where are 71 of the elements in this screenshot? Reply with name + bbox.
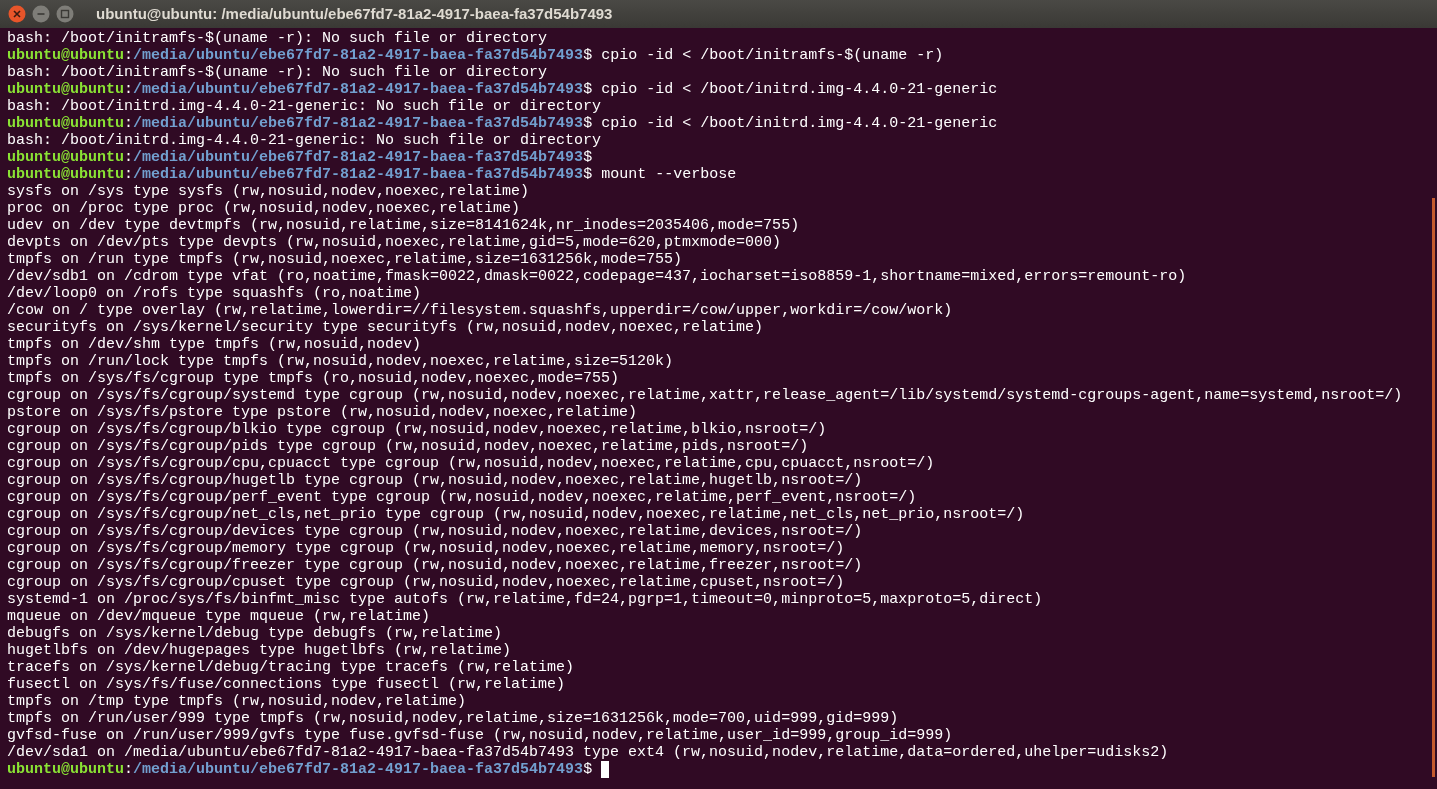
prompt-user: ubuntu@ubuntu: [7, 47, 125, 64]
prompt-sign: $: [583, 149, 593, 166]
command-text: cpio -id < /boot/initramfs-$(uname -r): [600, 47, 944, 64]
output-line: cgroup on /sys/fs/cgroup/devices type cgroup (rw,nosuid,nodev,noexec,relatime,devices,nsroot=/): [7, 523, 864, 540]
prompt-separator: :: [124, 47, 134, 64]
output-line: cgroup on /sys/fs/cgroup/freezer type cgroup (rw,nosuid,nodev,noexec,relatime,freezer,nsroot=/): [7, 557, 864, 574]
prompt-user: ubuntu@ubuntu: [7, 166, 125, 183]
prompt-sign: $: [583, 47, 593, 64]
prompt-separator: :: [124, 166, 134, 183]
output-line: cgroup on /sys/fs/cgroup/hugetlb type cgroup (rw,nosuid,nodev,noexec,relatime,hugetlb,nsroot=/): [7, 472, 864, 489]
window-title: ubuntu@ubuntu: /media/ubuntu/ebe67fd7-81a2-4917-baea-fa37d54b7493: [96, 3, 613, 24]
prompt-separator: :: [124, 149, 134, 166]
scrollbar-thumb[interactable]: [1432, 198, 1435, 777]
output-line: tmpfs on /sys/fs/cgroup type tmpfs (ro,nosuid,nodev,noexec,mode=755): [7, 370, 621, 387]
output-line: tmpfs on /run/lock type tmpfs (rw,nosuid,nodev,noexec,relatime,size=5120k): [7, 353, 675, 370]
prompt-sign: $: [583, 761, 593, 778]
output-line: tmpfs on /tmp type tmpfs (rw,nosuid,nodev,relatime): [7, 693, 468, 710]
output-line: pstore on /sys/fs/pstore type pstore (rw,nosuid,nodev,noexec,relatime): [7, 404, 639, 421]
maximize-icon[interactable]: [56, 5, 74, 23]
output-line: cgroup on /sys/fs/cgroup/systemd type cgroup (rw,nosuid,nodev,noexec,relatime,xattr,release_agent=/lib/systemd/systemd-cgroups-agent,name=systemd,nsroot=/): [7, 387, 1404, 404]
output-line: cgroup on /sys/fs/cgroup/blkio type cgroup (rw,nosuid,nodev,noexec,relatime,blkio,nsroot=/): [7, 421, 828, 438]
prompt-separator: :: [124, 115, 134, 132]
output-line: cgroup on /sys/fs/cgroup/perf_event type cgroup (rw,nosuid,nodev,noexec,relatime,perf_event,nsroot=/): [7, 489, 918, 506]
output-line: tracefs on /sys/kernel/debug/tracing type tracefs (rw,relatime): [7, 659, 576, 676]
prompt-sign: $: [583, 81, 593, 98]
output-line: gvfsd-fuse on /run/user/999/gvfs type fuse.gvfsd-fuse (rw,nosuid,nodev,relatime,user_id=999,group_id=999): [7, 727, 954, 744]
output-line: cgroup on /sys/fs/cgroup/cpuset type cgroup (rw,nosuid,nodev,noexec,relatime,cpuset,nsroot=/): [7, 574, 846, 591]
output-line: cgroup on /sys/fs/cgroup/cpu,cpuacct type cgroup (rw,nosuid,nodev,noexec,relatime,cpu,cpuacct,nsroot=/): [7, 455, 936, 472]
output-line: cgroup on /sys/fs/cgroup/pids type cgroup (rw,nosuid,nodev,noexec,relatime,pids,nsroot=/): [7, 438, 810, 455]
output-line: hugetlbfs on /dev/hugepages type hugetlbfs (rw,relatime): [7, 642, 513, 659]
output-line: bash: /boot/initramfs-$(uname -r): No such file or directory: [7, 30, 549, 47]
prompt-sign: $: [583, 166, 593, 183]
prompt-user: ubuntu@ubuntu: [7, 761, 125, 778]
output-line: devpts on /dev/pts type devpts (rw,nosuid,noexec,relatime,gid=5,mode=620,ptmxmode=000): [7, 234, 783, 251]
prompt-separator: :: [124, 81, 134, 98]
prompt-user: ubuntu@ubuntu: [7, 81, 125, 98]
output-line: tmpfs on /run type tmpfs (rw,nosuid,noexec,relatime,size=1631256k,mode=755): [7, 251, 684, 268]
output-line: fusectl on /sys/fs/fuse/connections type fusectl (rw,relatime): [7, 676, 567, 693]
output-line: cgroup on /sys/fs/cgroup/net_cls,net_prio type cgroup (rw,nosuid,nodev,noexec,relatime,net_cls,net_prio,nsroot=/): [7, 506, 1026, 523]
prompt-path: /media/ubuntu/ebe67fd7-81a2-4917-baea-fa37d54b7493: [133, 761, 584, 778]
command-text: cpio -id < /boot/initrd.img-4.4.0-21-generic: [601, 81, 998, 98]
prompt-user: ubuntu@ubuntu: [7, 149, 125, 166]
output-line: mqueue on /dev/mqueue type mqueue (rw,relatime): [7, 608, 432, 625]
output-line: tmpfs on /run/user/999 type tmpfs (rw,nosuid,nodev,relatime,size=1631256k,mode=700,uid=999,gid=999): [7, 710, 900, 727]
output-line: /dev/sda1 on /media/ubuntu/ebe67fd7-81a2-4917-baea-fa37d54b7493 type ext4 (rw,nosuid,nodev,relatime,data=ordered,uhelper=udisks2): [7, 744, 1170, 761]
output-line: udev on /dev type devtmpfs (rw,nosuid,relatime,size=8141624k,nr_inodes=2035406,mode=755): [7, 217, 801, 234]
command-text: mount --verbose: [600, 166, 737, 183]
prompt-path: /media/ubuntu/ebe67fd7-81a2-4917-baea-fa37d54b7493: [133, 81, 584, 98]
prompt-user: ubuntu@ubuntu: [7, 115, 125, 132]
output-line: /dev/sdb1 on /cdrom type vfat (ro,noatime,fmask=0022,dmask=0022,codepage=437,iocharset=iso8859-1,shortname=mixed,errors=remount-ro): [7, 268, 1188, 285]
prompt-sign: $: [583, 115, 593, 132]
minimize-icon[interactable]: [32, 5, 50, 23]
output-line: debugfs on /sys/kernel/debug type debugfs (rw,relatime): [7, 625, 504, 642]
command-text: cpio -id < /boot/initrd.img-4.4.0-21-generic: [601, 115, 998, 132]
prompt-path: /media/ubuntu/ebe67fd7-81a2-4917-baea-fa37d54b7493: [133, 115, 584, 132]
output-line: /cow on / type overlay (rw,relatime,lowerdir=//filesystem.squashfs,upperdir=/cow/upper,workdir=/cow/work): [7, 302, 954, 319]
prompt-path: /media/ubuntu/ebe67fd7-81a2-4917-baea-fa37d54b7493: [133, 149, 584, 166]
close-icon[interactable]: [8, 5, 26, 23]
output-line: /dev/loop0 on /rofs type squashfs (ro,noatime): [7, 285, 423, 302]
output-line: tmpfs on /dev/shm type tmpfs (rw,nosuid,nodev): [7, 336, 423, 353]
output-line: proc on /proc type proc (rw,nosuid,nodev,noexec,relatime): [7, 200, 522, 217]
output-line: systemd-1 on /proc/sys/fs/binfmt_misc type autofs (rw,relatime,fd=24,pgrp=1,timeout=0,minproto=5,maxproto=5,direct): [7, 591, 1044, 608]
output-line: bash: /boot/initrd.img-4.4.0-21-generic: No such file or directory: [7, 132, 603, 149]
prompt-path: /media/ubuntu/ebe67fd7-81a2-4917-baea-fa37d54b7493: [133, 166, 584, 183]
output-line: sysfs on /sys type sysfs (rw,nosuid,nodev,noexec,relatime): [7, 183, 531, 200]
prompt-path: /media/ubuntu/ebe67fd7-81a2-4917-baea-fa37d54b7493: [133, 47, 584, 64]
output-line: cgroup on /sys/fs/cgroup/memory type cgroup (rw,nosuid,nodev,noexec,relatime,memory,nsroot=/): [7, 540, 846, 557]
output-line: bash: /boot/initramfs-$(uname -r): No such file or directory: [7, 64, 549, 81]
output-line: securityfs on /sys/kernel/security type securityfs (rw,nosuid,nodev,noexec,relatime): [7, 319, 765, 336]
output-line: bash: /boot/initrd.img-4.4.0-21-generic: No such file or directory: [7, 98, 603, 115]
prompt-separator: :: [124, 761, 134, 778]
